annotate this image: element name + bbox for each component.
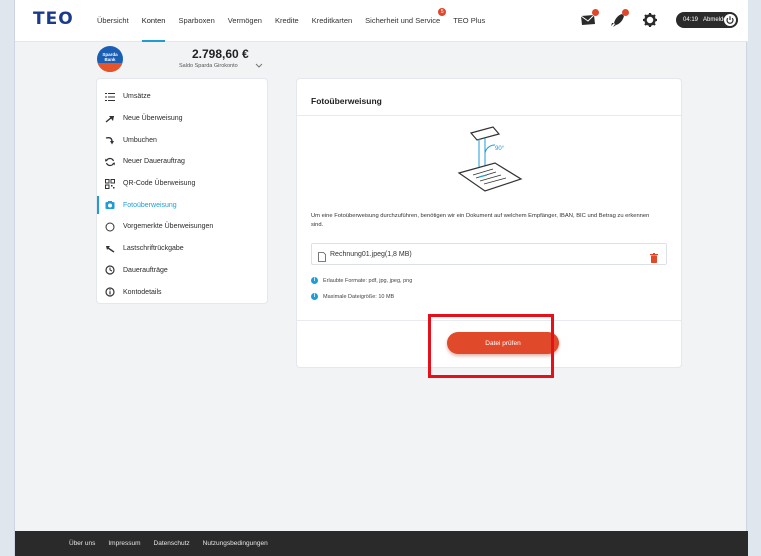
nav-kreditkarten[interactable]: Kreditkarten [312, 0, 352, 42]
info-icon [105, 287, 115, 297]
sidebar-item-neuer-dauerauftrag[interactable]: Neuer Dauerauftrag [97, 151, 267, 173]
sidebar-item-neue-ueberweisung[interactable]: Neue Überweisung [97, 108, 267, 130]
sidebar-item-dauerauftraege[interactable]: Daueraufträge [97, 260, 267, 282]
sidebar-item-umsaetze[interactable]: Umsätze [97, 86, 267, 108]
nav-sicherheit-label: Sicherheit und Service [365, 16, 441, 25]
sidebar-item-label: Umbuchen [123, 136, 157, 144]
sparda-bank-logo: Sparda Bank [97, 46, 123, 72]
footer-link-ueber-uns[interactable]: Über uns [69, 540, 95, 547]
sidebar-item-label: Vorgemerkte Überweisungen [123, 223, 214, 231]
teo-logo[interactable]: TEO [33, 9, 74, 29]
nav-teo-plus[interactable]: TEO Plus [453, 0, 485, 42]
chevron-down-icon[interactable] [255, 56, 263, 68]
sidebar-item-label: Neue Überweisung [123, 115, 183, 123]
nav-kredite[interactable]: Kredite [275, 0, 299, 42]
footer: Über uns Impressum Datenschutz Nutzungsb… [15, 531, 748, 556]
card-title: Fotoüberweisung [311, 96, 382, 106]
camera-icon [105, 200, 115, 210]
sidebar-item-umbuchen[interactable]: Umbuchen [97, 129, 267, 151]
info-icon: i [311, 277, 318, 284]
trash-icon[interactable] [650, 250, 658, 263]
notification-badge: 5 [438, 8, 447, 16]
repeat-icon [105, 157, 115, 167]
formats-info-text: Erlaubte Formate: pdf, jpg, jpeg, png [323, 277, 413, 284]
divider [297, 115, 681, 116]
account-selector[interactable]: Sparda Bank 2.798,60 € Saldo Sparda Giro… [97, 44, 277, 74]
circle-icon [105, 222, 115, 232]
size-info-text: Maximale Dateigröße: 10 MB [323, 293, 395, 300]
account-name: Saldo Sparda Girokonto [179, 63, 238, 69]
angle-label: 90° [495, 146, 505, 152]
highlight-box [428, 314, 554, 378]
nav-vermoegen[interactable]: Vermögen [228, 0, 262, 42]
sidebar-item-label: Kontodetails [123, 288, 162, 296]
sidebar-item-label: Lastschriftrückgabe [123, 245, 184, 253]
sidebar-item-vorgemerkte[interactable]: Vorgemerkte Überweisungen [97, 216, 267, 238]
file-name: Rechnung01.jpeg(1,8 MB) [330, 250, 412, 258]
app-frame: TEO Übersicht Konten Sparboxen Vermögen … [14, 0, 748, 556]
sidebar-item-fotoueberweisung[interactable]: Fotoüberweisung [97, 194, 267, 216]
gear-icon[interactable] [641, 11, 659, 29]
arrow-right-icon [105, 114, 115, 124]
size-info: i Maximale Dateigröße: 10 MB [311, 293, 394, 300]
list-icon [105, 92, 115, 102]
session-timer: 04:19 [683, 17, 699, 23]
nav-sparboxen[interactable]: Sparboxen [178, 0, 214, 42]
file-icon [318, 249, 326, 262]
nav-konten[interactable]: Konten [141, 0, 165, 42]
sidebar-item-kontodetails[interactable]: Kontodetails [97, 281, 267, 303]
rocket-icon[interactable] [609, 9, 629, 29]
arrow-left-icon [105, 244, 115, 254]
sidebar-item-label: Daueraufträge [123, 266, 168, 274]
phone-scan-illustration: 90° [457, 126, 523, 192]
mail-icon[interactable] [579, 9, 599, 29]
sidebar-item-label: QR-Code Überweisung [123, 180, 196, 188]
footer-link-nutzungsbedingungen[interactable]: Nutzungsbedingungen [203, 540, 268, 547]
footer-link-impressum[interactable]: Impressum [108, 540, 140, 547]
account-sidebar: Umsätze Neue Überweisung Umbuchen Neuer … [97, 79, 267, 303]
sidebar-item-label: Fotoüberweisung [123, 201, 177, 209]
card-description: Um eine Fotoüberweisung durchzuführen, b… [311, 213, 650, 228]
main-nav: Übersicht Konten Sparboxen Vermögen Kred… [97, 0, 498, 42]
info-icon: i [311, 293, 318, 300]
sidebar-item-lastschriftrueckgabe[interactable]: Lastschriftrückgabe [97, 238, 267, 260]
qr-code-icon [105, 178, 115, 189]
account-balance: 2.798,60 € [192, 47, 249, 61]
formats-info: i Erlaubte Formate: pdf, jpg, jpeg, png [311, 277, 412, 284]
logout-button[interactable]: 04:19 Abmelden [676, 12, 738, 28]
uploaded-file-row: Rechnung01.jpeg(1,8 MB) [311, 243, 667, 265]
sidebar-item-qr-code[interactable]: QR-Code Überweisung [97, 173, 267, 195]
sidebar-item-label: Neuer Dauerauftrag [123, 158, 185, 166]
clock-icon [105, 265, 115, 275]
sidebar-item-label: Umsätze [123, 93, 151, 101]
nav-sicherheit[interactable]: Sicherheit und Service 5 [365, 0, 447, 42]
top-header: TEO Übersicht Konten Sparboxen Vermögen … [15, 0, 748, 42]
nav-uebersicht[interactable]: Übersicht [97, 0, 129, 42]
power-icon [724, 14, 736, 26]
footer-link-datenschutz[interactable]: Datenschutz [154, 540, 190, 547]
curved-arrow-icon [105, 135, 115, 145]
